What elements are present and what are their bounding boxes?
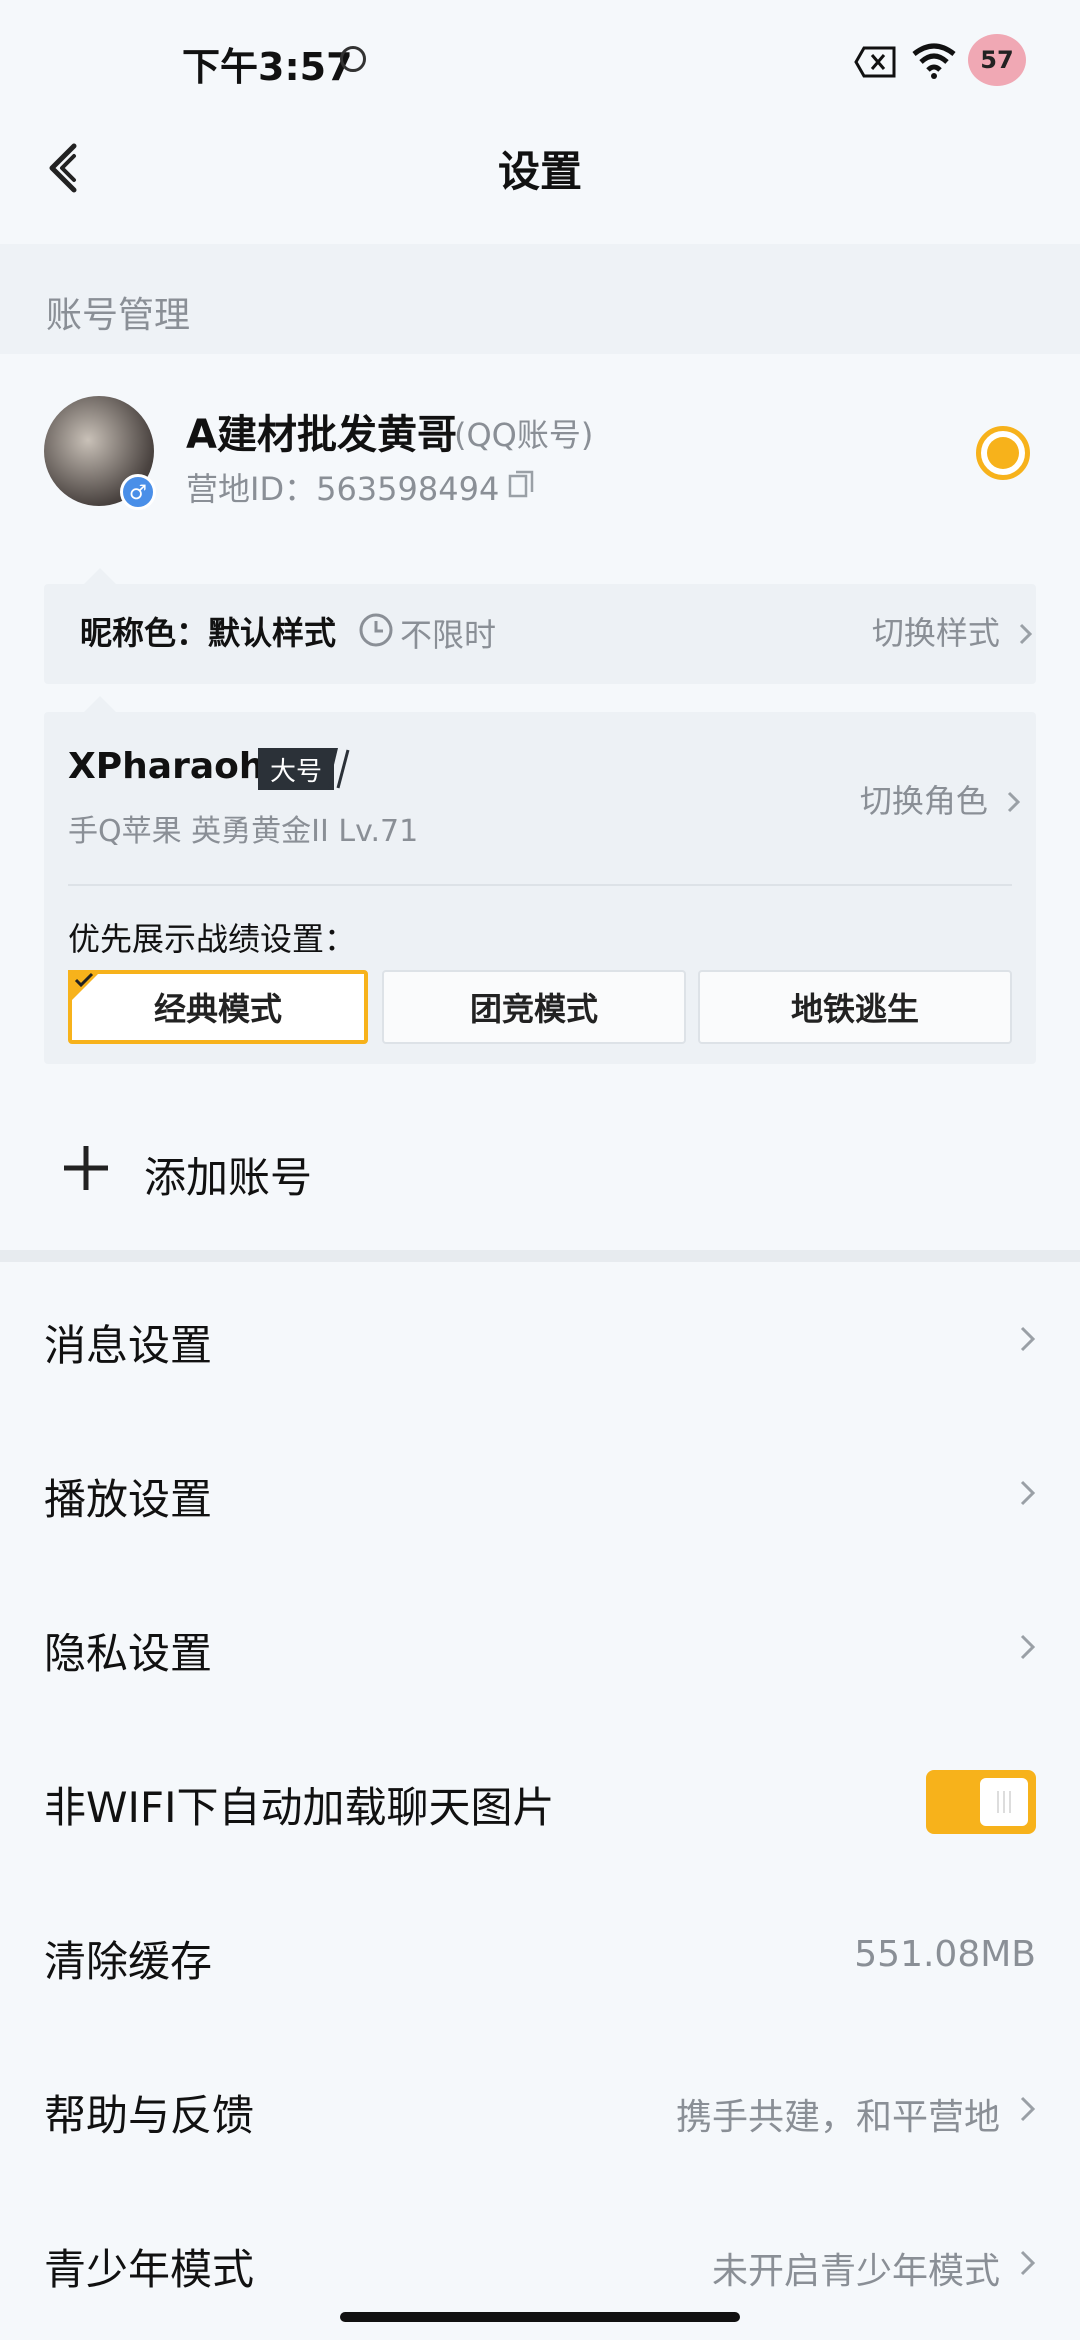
chevron-right-icon	[1020, 1480, 1036, 1506]
teen-mode-item[interactable]: 青少年模式	[44, 2236, 254, 2297]
account-id: 营地ID：563598494	[186, 470, 500, 508]
plus-icon[interactable]	[62, 1144, 110, 1192]
sim-off-icon	[854, 46, 896, 78]
chevron-right-icon	[1019, 623, 1033, 645]
copy-icon[interactable]	[508, 470, 534, 498]
section-label-account: 账号管理	[46, 295, 191, 336]
teen-mode-value: 未开启青少年模式	[711, 2251, 1000, 2292]
message-settings-item[interactable]: 消息设置	[44, 1312, 212, 1373]
chevron-right-icon	[1007, 791, 1021, 813]
add-account-button[interactable]: 添加账号	[144, 1144, 312, 1205]
role-pointer	[84, 696, 116, 712]
auto-load-images-label: 非WIFI下自动加载聊天图片	[44, 1783, 555, 1832]
status-time: 下午3:57	[182, 45, 353, 89]
account-name: A建材批发黄哥	[186, 412, 457, 458]
cache-size: 551.08MB	[854, 1934, 1036, 1975]
help-feedback-item[interactable]: 帮助与反馈	[44, 2082, 254, 2143]
role-subtitle: 手Q苹果 英勇黄金II Lv.71	[68, 814, 419, 849]
switch-style-label: 切换样式	[871, 614, 1000, 652]
checkmark-icon	[74, 972, 94, 988]
battery-indicator: 57	[968, 34, 1026, 86]
privacy-settings-item[interactable]: 隐私设置	[44, 1620, 212, 1681]
divider	[0, 1250, 1080, 1262]
switch-role-link[interactable]: 切换角色	[860, 776, 1022, 822]
switch-role-label: 切换角色	[859, 782, 988, 820]
male-gender-icon: ♂	[120, 474, 156, 510]
notification-flower-icon	[340, 46, 366, 72]
chevron-right-icon	[1020, 1634, 1036, 1660]
playback-settings-item[interactable]: 播放设置	[44, 1466, 212, 1527]
account-selected-radio[interactable]	[976, 426, 1030, 480]
clear-cache-item[interactable]: 清除缓存	[44, 1928, 212, 1989]
page-title: 设置	[497, 147, 582, 196]
chevron-right-icon	[1020, 2096, 1036, 2122]
help-feedback-value: 携手共建，和平营地	[675, 2097, 1000, 2138]
mode-classic-button[interactable]: 经典模式	[68, 970, 368, 1044]
mode-team-button[interactable]: 团竞模式	[382, 970, 686, 1044]
switch-style-link[interactable]: 切换样式	[872, 608, 1034, 654]
home-indicator[interactable]	[340, 2312, 740, 2322]
nickname-duration: 不限时	[400, 616, 497, 654]
badge-slash-icon	[328, 748, 350, 790]
chevron-right-icon	[1020, 2250, 1036, 2276]
wifi-icon	[912, 43, 956, 79]
divider	[68, 884, 1012, 886]
clock-icon	[359, 613, 393, 647]
preference-label: 优先展示战绩设置：	[68, 920, 357, 958]
chevron-right-icon	[1020, 1326, 1036, 1352]
nickname-pointer	[84, 568, 116, 584]
account-type: (QQ账号)	[454, 416, 594, 454]
nickname-color-label: 昵称色：默认样式	[80, 614, 337, 652]
main-account-badge: 大号	[258, 748, 335, 790]
toggle-knob	[980, 1778, 1028, 1826]
mode-metro-button[interactable]: 地铁逃生	[698, 970, 1012, 1044]
